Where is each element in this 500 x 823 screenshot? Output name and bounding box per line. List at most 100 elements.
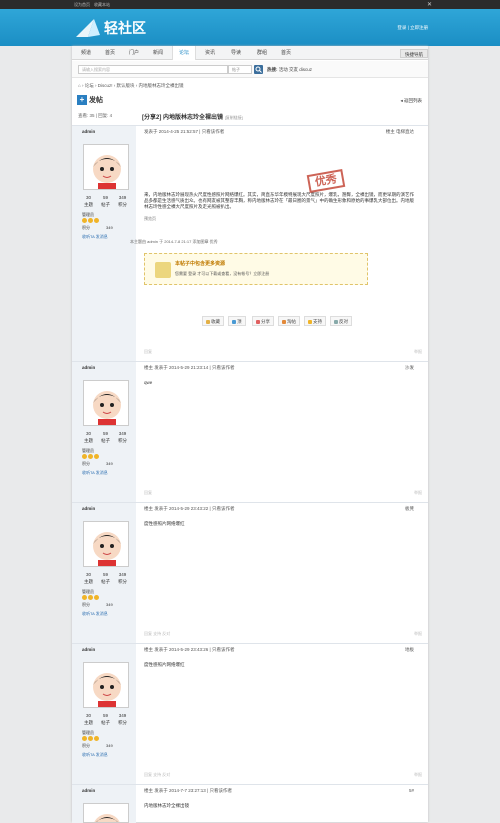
credit-label: 积分	[82, 225, 90, 230]
floor-label[interactable]: 沙发	[405, 365, 414, 371]
post-1: admin 30 59 349 主题 帖子 积分 管理员 积分 349 收听TA …	[72, 125, 428, 361]
oppose-icon	[334, 319, 338, 324]
reply-link[interactable]: 回复	[144, 349, 152, 354]
author-name[interactable]: admin	[82, 788, 95, 793]
copy-link[interactable]: [复制链接]	[225, 115, 243, 120]
report-link[interactable]: 举报	[414, 631, 422, 637]
stat-value[interactable]: 59	[97, 572, 114, 577]
credit-label: 积分	[82, 602, 90, 607]
post-body: 度性感照片网络爆红	[144, 521, 185, 526]
stat-value[interactable]: 349	[114, 431, 131, 436]
avatar[interactable]	[83, 521, 129, 567]
digg-button[interactable]: 顶	[228, 316, 246, 326]
post-action-buttons: 收藏 顶 分享 淘帖 支持 反对	[202, 316, 362, 326]
nav-item[interactable]: 首页	[98, 46, 122, 60]
stat-value[interactable]: 30	[80, 713, 97, 718]
credit-label: 积分	[82, 743, 90, 748]
author-sidebar: admin	[72, 785, 136, 823]
search-type-select[interactable]: 帖子	[228, 65, 252, 74]
header: 轻社区 登录 | 立即注册	[0, 9, 500, 46]
report-link[interactable]: 举报	[414, 772, 422, 778]
stat-label: 帖子	[101, 202, 110, 207]
stat-value[interactable]: 349	[114, 713, 131, 718]
preview-link[interactable]: 预览页	[144, 216, 156, 222]
nav-item[interactable]: 门户	[122, 46, 146, 60]
search-icon	[255, 66, 262, 73]
nav-item[interactable]: 资讯	[198, 46, 222, 60]
new-post-button[interactable]: + 发帖	[77, 95, 113, 105]
post-4: admin 30 59 349 主题 帖子 积分 管理员 积分 349 收听TA …	[72, 643, 428, 784]
login-register-links[interactable]: 登录 | 立即注册	[397, 25, 428, 31]
reply-support-oppose-links[interactable]: 回复 支持 反对	[144, 772, 170, 777]
nav-item[interactable]: 群组	[250, 46, 274, 60]
author-name[interactable]: admin	[82, 129, 95, 134]
floor-label[interactable]: 地板	[405, 647, 414, 653]
credit: 积分 349	[82, 461, 113, 467]
search-input[interactable]: 请输入搜索内容	[78, 65, 228, 74]
credit-value: 349	[106, 743, 113, 748]
collect-button[interactable]: 淘帖	[278, 316, 300, 326]
nav-item[interactable]: 新闻	[146, 46, 170, 60]
nav-item-forum[interactable]: 论坛	[172, 46, 196, 60]
stat-value[interactable]: 30	[80, 431, 97, 436]
author-actions[interactable]: 收听TA 发消息	[82, 470, 134, 476]
new-post-label: 发帖	[89, 97, 103, 104]
stat-value[interactable]: 30	[80, 195, 97, 200]
post-body: 度性感照片网络爆红	[144, 662, 185, 667]
stat-value[interactable]: 30	[80, 572, 97, 577]
hot-terms[interactable]: 活动 交友 discuz	[279, 67, 312, 72]
hot-search: 热搜: 活动 交友 discuz	[267, 67, 312, 73]
author-actions[interactable]: 收听TA 发消息	[82, 611, 134, 617]
stat-value[interactable]: 349	[114, 572, 131, 577]
nav-item[interactable]: 频道	[74, 46, 98, 60]
author-actions[interactable]: 收听TA 发消息	[82, 752, 134, 758]
breadcrumb[interactable]: ⌂ › 论坛 › Discuz! › 默认版块 › 内地版林志玲全裸出镜	[78, 83, 183, 89]
reply-support-oppose-links[interactable]: 回复 支持 反对	[144, 631, 170, 636]
reply-link[interactable]: 回复	[144, 490, 152, 495]
stat-label: 帖子	[101, 720, 110, 725]
oppose-button[interactable]: 反对	[330, 316, 352, 326]
back-to-list-link[interactable]: ◂ 返回列表	[400, 98, 422, 104]
post-date: 楼主 发表于 2014-7-7 23:27:13 | 只看该作者	[144, 788, 232, 793]
author-name[interactable]: admin	[82, 506, 95, 511]
stat-value[interactable]: 59	[97, 713, 114, 718]
share-button[interactable]: 分享	[252, 316, 274, 326]
post-body: qwe	[144, 380, 153, 385]
support-button[interactable]: 支持	[304, 316, 326, 326]
site-logo[interactable]: 轻社区	[74, 15, 160, 41]
stat-value[interactable]: 349	[114, 195, 131, 200]
favorite-button[interactable]: 收藏	[202, 316, 224, 326]
stat-value[interactable]: 59	[97, 195, 114, 200]
post-date: 楼主 发表于 2014-5-29 21:23:14 | 只看该作者	[144, 365, 235, 370]
avatar[interactable]	[83, 380, 129, 426]
quick-nav-button[interactable]: 快捷导航	[400, 49, 428, 58]
avatar[interactable]	[83, 662, 129, 708]
toggle-icon[interactable]: ✕	[427, 1, 432, 8]
post-2: admin 30 59 349 主题 帖子 积分 管理员 积分 349 收听TA …	[72, 361, 428, 502]
credit: 积分 349	[82, 602, 113, 608]
floor-label[interactable]: 5#	[409, 788, 414, 793]
floor-label[interactable]: 板凳	[405, 506, 414, 512]
avatar[interactable]	[83, 144, 129, 190]
excellent-stamp: 优秀	[306, 169, 346, 193]
credit-label: 积分	[82, 461, 90, 466]
nav-item[interactable]: 导读	[224, 46, 248, 60]
avatar[interactable]	[83, 803, 129, 823]
thumb-icon	[232, 319, 236, 324]
stat-label: 主题	[84, 720, 93, 725]
favorite-link[interactable]: 收藏本站	[94, 2, 110, 8]
notice-subtitle[interactable]: 您需要 登录 才可以下载或查看，没有帐号？立即注册	[175, 271, 269, 277]
credit: 积分 349	[82, 743, 113, 749]
post-date: 发表于 2014-4-25 21:52:57 | 只看该作者	[144, 129, 225, 134]
set-home-link[interactable]: 设为首页	[74, 2, 90, 8]
search-button[interactable]	[254, 65, 263, 74]
credit-value: 349	[106, 461, 113, 466]
author-name[interactable]: admin	[82, 365, 95, 370]
author-actions[interactable]: 收听TA 发消息	[82, 234, 134, 240]
stat-value[interactable]: 59	[97, 431, 114, 436]
report-link[interactable]: 举报	[414, 349, 422, 355]
report-link[interactable]: 举报	[414, 490, 422, 496]
author-name[interactable]: admin	[82, 647, 95, 652]
nav-item[interactable]: 首页	[274, 46, 298, 60]
floor-label[interactable]: 楼主 电梯直达	[386, 129, 414, 135]
